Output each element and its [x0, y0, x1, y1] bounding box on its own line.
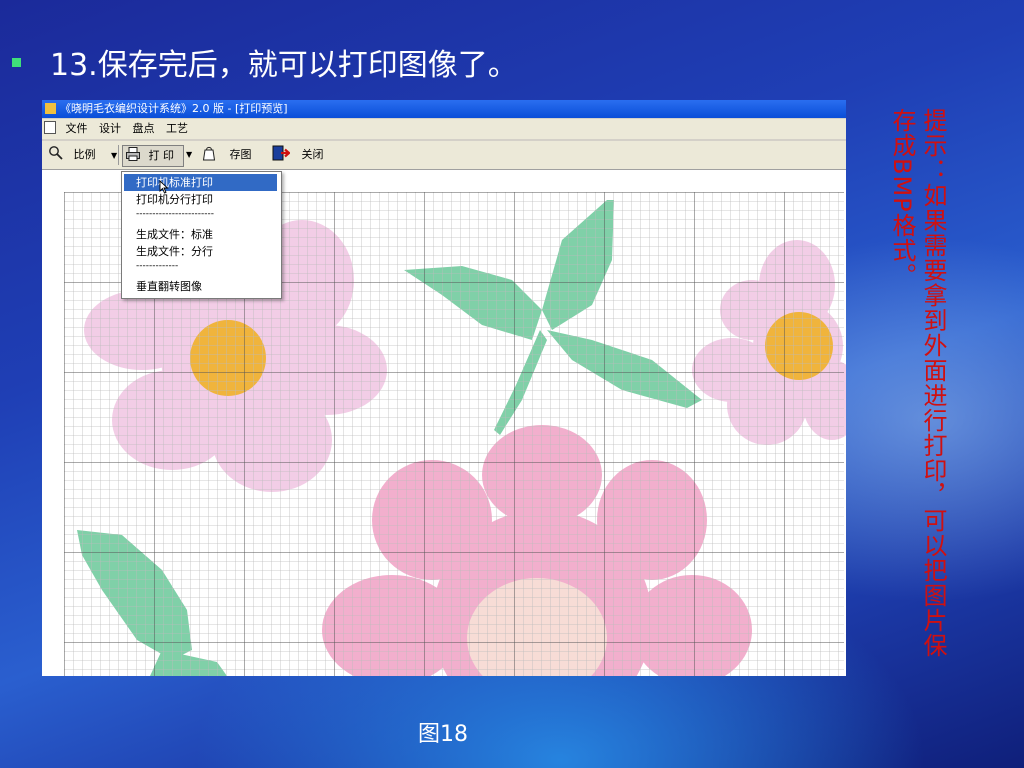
save-image-button[interactable]: 存图 — [202, 145, 252, 165]
close-button[interactable]: 关闭 — [272, 145, 324, 165]
menu-file[interactable]: 文件 — [62, 119, 92, 139]
menu-item-line-print[interactable]: 打印机分行打印 — [124, 191, 277, 208]
menu-item-flip-vertical[interactable]: 垂直翻转图像 — [124, 278, 277, 295]
scale-label: 比例 — [73, 148, 96, 161]
close-label: 关闭 — [301, 148, 324, 161]
slide-title: 13.保存完后，就可以打印图像了。 — [50, 48, 518, 83]
scale-dropdown-arrow[interactable]: ▼ — [111, 151, 117, 160]
window-titlebar: 《晓明毛衣编织设计系统》2.0 版 - [打印预览] — [42, 100, 846, 118]
menu-inventory[interactable]: 盘点 — [129, 119, 159, 139]
menubar: 文件 设计 盘点 工艺 — [42, 119, 846, 139]
bullet-marker — [12, 58, 21, 67]
toolbar: 比例 ▼ 打 印 ▼ 存图 关闭 — [42, 141, 846, 170]
menu-separator: ------------------------ — [136, 209, 214, 219]
bag-icon — [202, 146, 216, 161]
scale-button[interactable]: 比例 ▼ — [48, 145, 117, 165]
print-button[interactable]: 打 印 — [122, 145, 184, 167]
menu-item-standard-print[interactable]: 打印机标准打印 — [124, 174, 277, 191]
menu-separator-short: ------------- — [136, 261, 179, 271]
print-label: 打 印 — [148, 149, 175, 162]
mouse-cursor-icon — [159, 180, 169, 194]
app-icon — [45, 103, 56, 114]
exit-door-icon — [272, 145, 291, 161]
menu-design[interactable]: 设计 — [95, 119, 125, 139]
app-window: 《晓明毛衣编织设计系统》2.0 版 - [打印预览] 文件 设计 盘点 工艺 比… — [42, 100, 846, 676]
printer-icon — [126, 147, 140, 161]
save-image-label: 存图 — [229, 148, 252, 161]
window-title: 《晓明毛衣编织设计系统》2.0 版 - [打印预览] — [60, 102, 288, 115]
print-dropdown-arrow[interactable]: ▼ — [186, 145, 192, 165]
tip-text: 提示：如果需要拿到外面进行打印，可以把图片保存成BMP格式。 — [888, 108, 947, 658]
magnifier-icon — [49, 146, 63, 160]
print-dropdown-menu: 打印机标准打印 打印机分行打印 ------------------------… — [121, 171, 282, 299]
figure-caption: 图18 — [418, 722, 468, 747]
menu-item-file-standard[interactable]: 生成文件：标准 — [124, 226, 277, 243]
document-icon — [44, 121, 56, 134]
menu-craft[interactable]: 工艺 — [162, 119, 192, 139]
menu-item-file-line[interactable]: 生成文件：分行 — [124, 243, 277, 260]
